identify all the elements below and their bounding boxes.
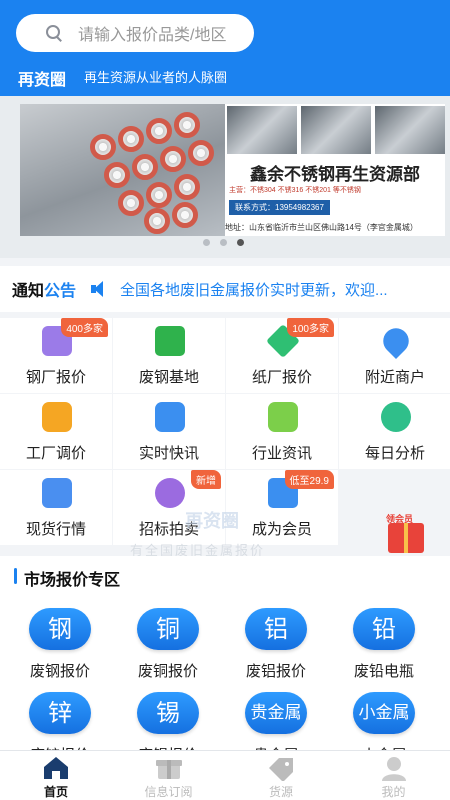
lightning-icon [155,402,185,432]
tab-label: 货源 [268,785,293,799]
feature-label: 纸厂报价 [251,369,312,386]
notice-bar[interactable]: 通知 公告 全国各地废旧金属报价实时更新，欢迎... [0,266,450,312]
tab-item[interactable]: 信息订阅 [113,751,225,800]
notice-text[interactable]: 全国各地废旧金属报价实时更新，欢迎... [120,279,412,300]
section-accent-bar [14,568,17,584]
notice-title-highlight: 公告 [44,283,77,300]
tab-label: 首页 [43,785,68,799]
feature-item[interactable]: 附近商户 [339,318,450,393]
search-bar[interactable]: 请输入报价品类/地区 [16,14,254,52]
truck-icon [42,478,72,508]
tab-item[interactable]: 首页 [0,751,112,800]
market-item[interactable]: 锡废锡报价 [118,692,218,756]
metal-badge: 钢 [29,608,91,650]
market-section: 市场报价专区 钢废钢报价铜废铜报价铝废铝报价铅废铅电瓶锌废锌报价锡废锡报价贵金属… [0,556,450,756]
feature-item[interactable]: 废钢基地 [113,318,225,393]
market-item[interactable]: 铝废铝报价 [226,608,326,681]
feature-label: 成为会员 [251,521,312,538]
banner-carousel[interactable]: 鑫余不锈钢再生资源部 主营：不锈304 不锈316 不锈201 等不锈钢 联系方… [0,96,450,258]
metal-badge: 铜 [137,608,199,650]
feature-label: 附近商户 [364,369,425,386]
bottom-tab-bar: 首页 信息订阅 货源 我的 [0,750,450,800]
metal-badge: 小金属 [353,692,415,734]
market-label: 废铜报价 [137,663,198,680]
market-item[interactable]: 小金属小金属 [334,692,434,756]
feature-item[interactable]: 现货行情 [0,470,112,545]
feature-badge: 低至29.9 [284,470,334,489]
market-label: 废钢报价 [29,663,90,680]
banner-title: 鑫余不锈钢再生资源部 [250,165,420,184]
brand-tagline: 再生资源从业者的人脉圈 [84,70,228,85]
market-label: 废铝报价 [245,663,306,680]
flag-icon [155,326,185,356]
tab-item[interactable]: 货源 [225,751,337,800]
banner-contact: 联系方式：13954982367 [229,200,330,215]
price-icon [42,402,72,432]
header: 请输入报价品类/地区 再资圈 再生资源从业者的人脉圈 [0,0,450,96]
notice-title: 通知 [12,283,45,300]
feature-label: 废钢基地 [138,369,199,386]
speaker-icon [90,280,110,298]
banner-ad-panel: 鑫余不锈钢再生资源部 主营：不锈304 不锈316 不锈201 等不锈钢 联系方… [225,104,445,236]
section-title: 市场报价专区 [24,572,121,589]
feature-badge: 400多家 [61,318,108,337]
tab-label: 我的 [381,785,406,799]
market-item[interactable]: 锌废锌报价 [10,692,110,756]
metal-badge: 锌 [29,692,91,734]
feature-badge: 100多家 [287,318,334,337]
target-icon [155,478,185,508]
steel-bars-thumb [375,106,445,154]
feature-label: 每日分析 [364,445,425,462]
market-item[interactable]: 贵金属贵金属 [226,692,326,756]
metal-badge: 铅 [353,608,415,650]
market-label: 废铅电瓶 [353,663,414,680]
feature-item[interactable]: 钢厂报价 400多家 [0,318,112,393]
feature-item[interactable]: 每日分析 [339,394,450,469]
metal-badge: 锡 [137,692,199,734]
feature-item[interactable]: 工厂调价 [0,394,112,469]
search-placeholder[interactable]: 请输入报价品类/地区 [78,21,226,45]
feature-label: 行业资讯 [251,445,312,462]
feature-label: 现货行情 [25,521,86,538]
home-icon [40,755,72,781]
feature-label: 工厂调价 [25,445,86,462]
carousel-dots [203,239,244,246]
news-icon [268,402,298,432]
tab-item[interactable]: 我的 [338,751,450,800]
gift-box-icon [153,755,185,781]
carousel-dot-active[interactable] [237,239,244,246]
metal-badge: 铝 [245,608,307,650]
steel-angles-thumb [301,106,371,154]
steel-pipes-photo [20,104,225,236]
feature-badge: 新增 [191,470,221,489]
feature-item[interactable]: 实时快讯 [113,394,225,469]
carousel-dot[interactable] [220,239,227,246]
watermark: 再资圈 [185,511,239,531]
banner-main-products: 主营：不锈304 不锈316 不锈201 等不锈钢 [229,187,361,194]
feature-item[interactable]: 纸厂报价 100多家 [226,318,338,393]
feature-label: 钢厂报价 [25,369,86,386]
market-item[interactable]: 铜废铜报价 [118,608,218,681]
carousel-dot[interactable] [203,239,210,246]
steel-tubes-thumb [227,106,297,154]
profile-icon [378,755,410,781]
gift-icon[interactable] [388,523,424,553]
feature-item[interactable]: 行业资讯 [226,394,338,469]
tag-icon [265,755,297,782]
metal-badge: 贵金属 [245,692,307,734]
market-item[interactable]: 钢废钢报价 [10,608,110,681]
location-icon [377,322,415,360]
brand-name: 再资圈 [18,72,67,89]
banner-address: 地址：山东省临沂市兰山区佛山路14号（李官金属城） [225,223,418,232]
tab-label: 信息订阅 [144,785,193,799]
feature-item[interactable]: 成为会员 低至29.9 [226,470,338,545]
feature-label: 实时快讯 [138,445,199,462]
search-icon [44,23,64,43]
market-item[interactable]: 铅废铅电瓶 [334,608,434,681]
analysis-icon [381,402,411,432]
